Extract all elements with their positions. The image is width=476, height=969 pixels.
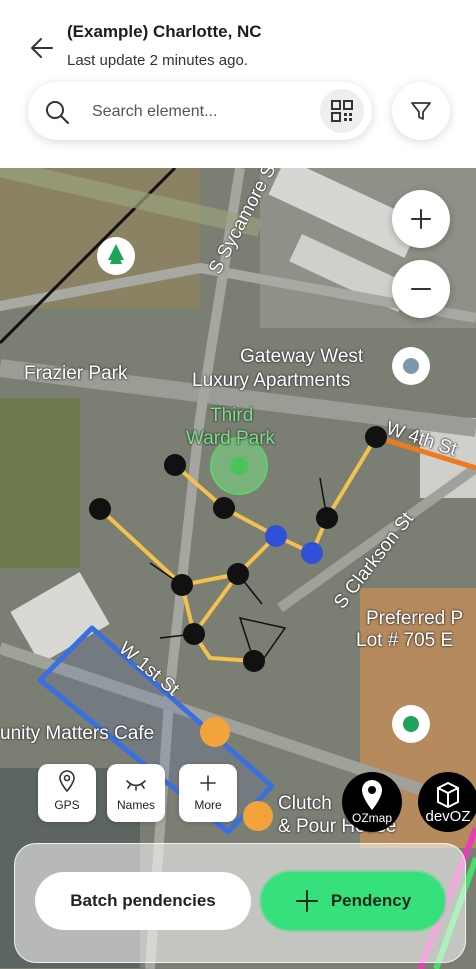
header: (Example) Charlotte, NC Last update 2 mi… [0, 0, 476, 168]
gps-button[interactable]: GPS [38, 764, 96, 822]
add-pendency-button[interactable]: Pendency [261, 872, 445, 930]
search-icon [46, 101, 69, 124]
zoom-out-button[interactable] [392, 260, 450, 318]
minus-icon [411, 288, 431, 290]
more-button[interactable]: More [179, 764, 237, 822]
plus-icon [411, 209, 431, 229]
filter-icon [411, 102, 431, 120]
names-button[interactable]: Names [107, 764, 165, 822]
eye-closed-icon [126, 780, 146, 791]
map-label: Luxury Apartments [192, 370, 351, 391]
location-pin-icon [59, 770, 75, 792]
map-label: Ward Park [186, 428, 276, 449]
map-label: Preferred P [366, 608, 464, 629]
last-update-text: Last update 2 minutes ago. [67, 52, 248, 69]
plus-icon [200, 775, 216, 791]
map-view[interactable]: S Sycamore St Frazier Park Gateway West … [0, 168, 476, 969]
qr-scan-button[interactable] [320, 89, 364, 133]
back-button[interactable] [26, 32, 58, 64]
names-label: Names [116, 798, 155, 812]
pendency-label: Pendency [330, 891, 412, 910]
map-label: Frazier Park [24, 363, 128, 384]
map-label: Third [210, 405, 254, 426]
map-label: Clutch [278, 793, 332, 814]
zoom-in-button[interactable] [392, 190, 450, 248]
devoz-label: devOZ [425, 808, 471, 825]
filter-button[interactable] [392, 82, 450, 140]
arrow-left-icon [31, 38, 53, 58]
map-label: unity Matters Cafe [0, 723, 155, 744]
more-label: More [194, 798, 222, 812]
map-label: Gateway West [240, 346, 364, 367]
devoz-app-button[interactable]: devOZ [418, 772, 476, 832]
batch-pendencies-button[interactable]: Batch pendencies [35, 872, 251, 930]
ozmap-label: OZmap [351, 811, 392, 825]
ozmap-app-button[interactable]: OZmap [342, 772, 402, 832]
search-bar[interactable] [28, 82, 372, 140]
action-panel: Batch pendencies Pendency [14, 843, 466, 963]
gps-label: GPS [54, 798, 80, 812]
search-input[interactable] [90, 100, 314, 124]
qr-code-icon [331, 100, 353, 122]
plus-icon [295, 890, 318, 912]
map-label: Lot # 705 E [356, 630, 454, 651]
batch-pendencies-label: Batch pendencies [70, 891, 216, 910]
page-title: (Example) Charlotte, NC [67, 22, 262, 41]
